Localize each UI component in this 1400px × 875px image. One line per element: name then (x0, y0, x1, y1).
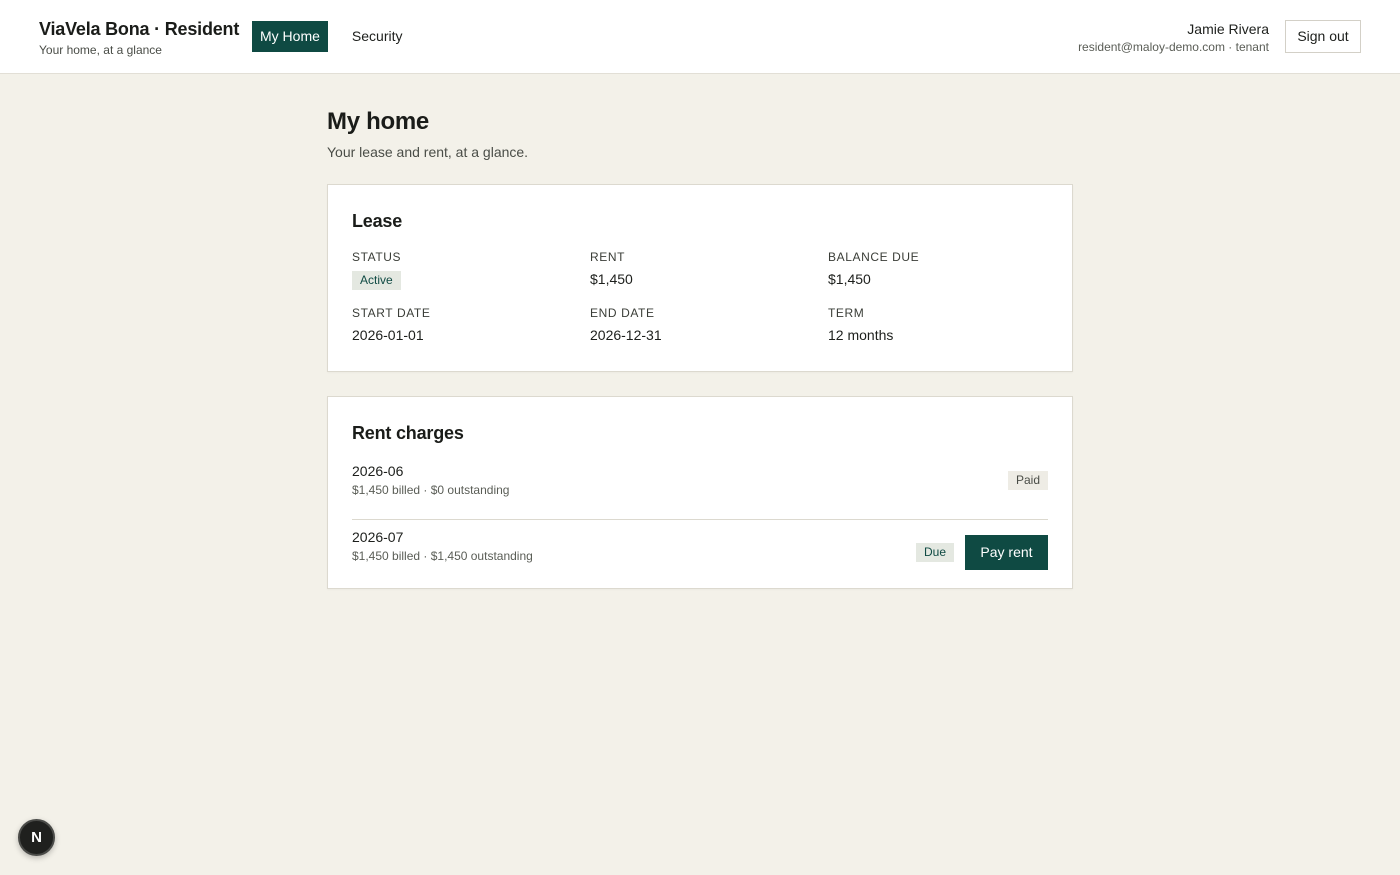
brand: ViaVela Bona · Resident Your home, at a … (39, 18, 239, 57)
user-info: Jamie Rivera resident@maloy-demo.com · t… (1078, 20, 1269, 54)
lease-details: Status Active Rent $1,450 Balance due $1… (352, 250, 1048, 343)
term-label: Term (828, 306, 865, 320)
brand-subtitle: Your home, at a glance (39, 43, 162, 57)
lease-end: End date 2026-12-31 (590, 306, 828, 343)
brand-title: ViaVela Bona · Resident (39, 19, 240, 39)
status-label: Status (352, 250, 402, 264)
lease-start: Start date 2026-01-01 (352, 306, 590, 343)
rent-charges-card: Rent charges 2026-06 $1,450 billed · $0 … (327, 396, 1073, 589)
lease-card: Lease Status Active Rent $1,450 Balance … (327, 184, 1073, 372)
page-subtitle: Your lease and rent, at a glance. (327, 144, 529, 160)
lease-balance: Balance due $1,450 (828, 250, 1050, 290)
nav-security[interactable]: Security (338, 21, 417, 52)
nav-my-home[interactable]: My Home (252, 21, 328, 52)
sign-out-button[interactable]: Sign out (1285, 20, 1361, 53)
main-nav: My Home Security (252, 21, 416, 52)
lease-status: Status Active (352, 250, 590, 290)
charge-row: 2026-06 $1,450 billed · $0 outstanding P… (352, 462, 1048, 520)
rent-value: $1,450 (590, 271, 633, 287)
end-date-label: End date (590, 306, 655, 320)
rent-label: Rent (590, 250, 626, 264)
lease-term: Term 12 months (828, 306, 1050, 343)
balance-label: Balance due (828, 250, 920, 264)
charge-period: 2026-06 (352, 463, 404, 479)
user-email: resident@maloy-demo.com · tenant (1078, 40, 1269, 54)
top-bar: ViaVela Bona · Resident Your home, at a … (0, 0, 1400, 74)
end-date-value: 2026-12-31 (590, 327, 662, 343)
pay-rent-button[interactable]: Pay rent (965, 535, 1048, 570)
lease-rent: Rent $1,450 (590, 250, 828, 290)
lease-card-title: Lease (352, 211, 403, 231)
status-badge: Active (352, 271, 401, 290)
corner-badge-letter: N (31, 829, 42, 846)
start-date-value: 2026-01-01 (352, 327, 424, 343)
charge-meta: $1,450 billed · $0 outstanding (352, 483, 510, 497)
main-content: My home Your lease and rent, at a glance… (327, 108, 1073, 589)
user-name: Jamie Rivera (1187, 21, 1269, 37)
due-badge: Due (915, 543, 954, 562)
n-logo-icon[interactable]: N (18, 819, 55, 856)
paid-badge: Paid (1007, 471, 1048, 490)
term-value: 12 months (828, 327, 894, 343)
balance-value: $1,450 (828, 271, 871, 287)
charge-row: 2026-07 $1,450 billed · $1,450 outstandi… (352, 528, 1048, 595)
page-title: My home (327, 108, 429, 135)
start-date-label: Start date (352, 306, 431, 320)
rent-charges-title: Rent charges (352, 423, 464, 443)
